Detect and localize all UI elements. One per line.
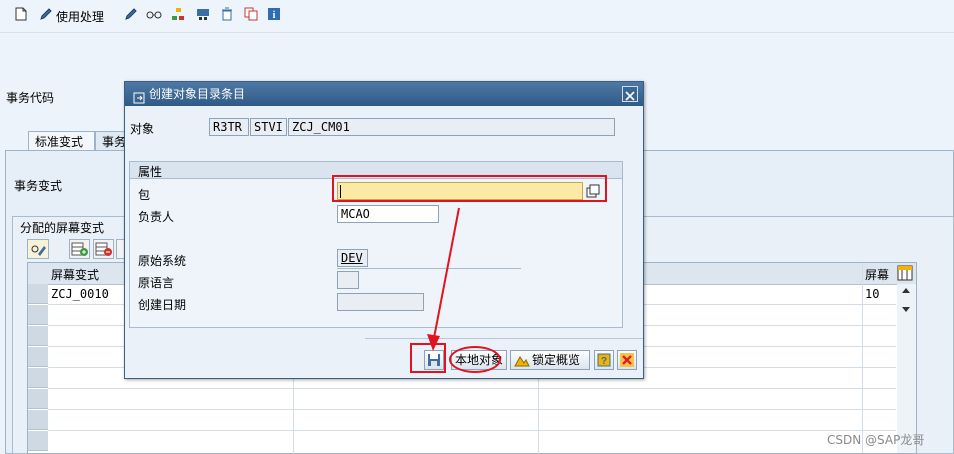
arrow-overlay: [427, 207, 460, 351]
